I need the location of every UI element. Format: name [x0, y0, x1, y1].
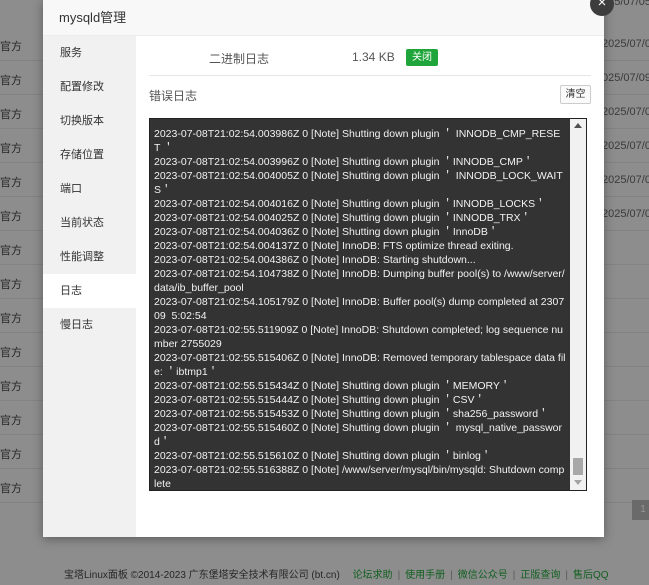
mysqld-manager-dialog: mysqld管理 × 服务 配置修改 切换版本 存储位置 端口 当前状态 性能调整 日志 慢日志… — [43, 0, 614, 537]
log-line: 2023-07-08T21:02:54.004386Z 0 [Note] Inn… — [154, 254, 476, 266]
error-log-textarea[interactable]: 2023-07-08T21:02:54.003986Z 0 [Note] Shu… — [149, 118, 587, 491]
binlog-status-badge[interactable]: 关闭 — [406, 49, 438, 66]
log-line: 2023-07-08T21:02:55.515610Z 0 [Note] Shu… — [154, 450, 492, 462]
dialog-sidebar: 服务 配置修改 切换版本 存储位置 端口 当前状态 性能调整 日志 慢日志 — [43, 36, 136, 537]
sidebar-item[interactable]: 当前状态 — [43, 206, 136, 240]
clear-log-button[interactable]: 清空 — [560, 85, 591, 104]
sidebar-item[interactable]: 切换版本 — [43, 104, 136, 138]
log-line: 2023-07-08T21:02:55.515444Z 0 [Note] Shu… — [154, 394, 485, 406]
log-line: 2023-07-08T21:02:55.516388Z 0 [Note] /ww… — [154, 464, 565, 489]
log-line: 2023-07-08T21:02:55.515406Z 0 [Note] Inn… — [154, 352, 566, 378]
binlog-size: 1.34 KB — [352, 50, 395, 64]
sidebar-item[interactable]: 端口 — [43, 172, 136, 206]
log-line: 2023-07-08T21:02:54.004137Z 0 [Note] Inn… — [154, 240, 514, 252]
log-line: 2023-07-08T21:02:54.004036Z 0 [Note] Shu… — [154, 226, 499, 238]
log-line: 2023-07-08T21:02:54.004005Z 0 [Note] Shu… — [154, 170, 563, 196]
log-line: 2023-07-08T21:02:54.004016Z 0 [Note] Shu… — [154, 198, 546, 210]
scroll-up-icon[interactable] — [574, 123, 582, 128]
log-line: 2023-07-08T21:02:55.515460Z 0 [Note] Shu… — [154, 422, 563, 448]
error-log-content: 2023-07-08T21:02:54.003986Z 0 [Note] Shu… — [154, 127, 566, 489]
sidebar-item[interactable]: 存储位置 — [43, 138, 136, 172]
log-line: 2023-07-08T21:02:55.511909Z 0 [Note] Inn… — [154, 324, 564, 350]
log-line: 2023-07-08T21:02:55.515434Z 0 [Note] Shu… — [154, 380, 511, 392]
sidebar-item[interactable]: 性能调整 — [43, 240, 136, 274]
sidebar-item[interactable]: 配置修改 — [43, 70, 136, 104]
binlog-label: 二进制日志 — [209, 52, 270, 66]
scroll-thumb[interactable] — [573, 458, 583, 475]
log-line: 2023-07-08T21:02:54.105179Z 0 [Note] Inn… — [154, 296, 565, 322]
scroll-down-icon[interactable] — [574, 480, 582, 485]
log-line: 2023-07-08T21:02:54.003996Z 0 [Note] Shu… — [154, 156, 534, 168]
log-line: 2023-07-08T21:02:54.104738Z 0 [Note] Inn… — [154, 268, 565, 294]
log-scrollbar[interactable] — [570, 119, 586, 490]
dialog-title: mysqld管理 — [43, 0, 604, 36]
log-line: 2023-07-08T21:02:55.515453Z 0 [Note] Shu… — [154, 408, 549, 420]
binlog-row: 二进制日志 1.34 KB 关闭 — [149, 38, 591, 76]
sidebar-item[interactable]: 日志 — [43, 274, 136, 308]
log-panel: 二进制日志 1.34 KB 关闭 错误日志 清空 2023-07-08T21:0… — [136, 36, 604, 537]
sidebar-item[interactable]: 服务 — [43, 36, 136, 70]
sidebar-item[interactable]: 慢日志 — [43, 308, 136, 342]
log-line: 2023-07-08T21:02:54.003986Z 0 [Note] Shu… — [154, 128, 561, 154]
log-line: 2023-07-08T21:02:54.004025Z 0 [Note] Shu… — [154, 212, 532, 224]
error-log-title: 错误日志 — [149, 89, 198, 103]
